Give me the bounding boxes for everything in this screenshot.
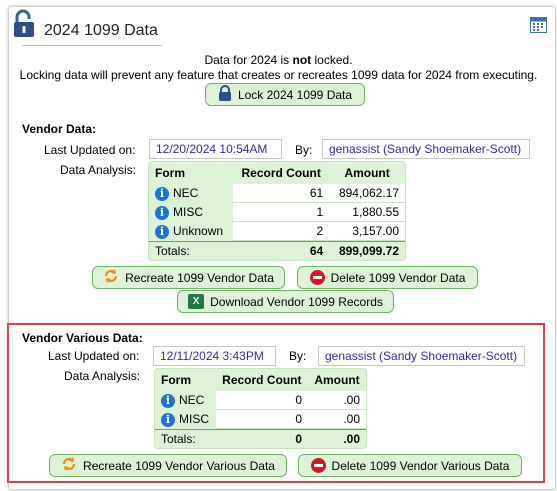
calendar-icon[interactable] — [530, 16, 547, 36]
recreate-various-button[interactable]: Recreate 1099 Vendor Various Data — [49, 454, 287, 477]
table-row: i MISC 0 .00 — [155, 410, 366, 429]
various-section-title: Vendor Various Data: — [22, 331, 143, 345]
table-row: i Unknown 2 3,157.00 — [149, 222, 405, 241]
download-vendor-records-button[interactable]: X Download Vendor 1099 Records — [177, 290, 394, 313]
col-form: Form — [161, 373, 191, 387]
vendor-section-title: Vendor Data: — [22, 122, 97, 136]
recreate-vendor-button[interactable]: Recreate 1099 Vendor Data — [92, 266, 285, 289]
totals-label: Totals: — [155, 429, 216, 448]
table-row: i MISC 1 1,880.55 — [149, 203, 405, 222]
various-last-updated-field: 12/11/2024 3:43PM — [153, 346, 276, 366]
col-amount: Amount — [344, 166, 390, 180]
various-by-field: genassist (Sandy Shoemaker-Scott) — [318, 346, 525, 366]
row-count: 1 — [233, 203, 330, 222]
delete-icon — [310, 458, 326, 473]
col-amount: Amount — [314, 373, 360, 387]
row-amount: 894,062.17 — [329, 184, 405, 203]
totals-count: 0 — [215, 429, 309, 448]
table-header-row: Form Record Count Amount — [155, 369, 366, 391]
delete-various-button[interactable]: Delete 1099 Vendor Various Data — [298, 454, 522, 477]
download-vendor-label: Download Vendor 1099 Records — [210, 294, 383, 309]
page-header: 2024 1099 Data — [12, 9, 158, 42]
col-record-count: Record Count — [241, 166, 321, 180]
row-amount: 3,157.00 — [329, 222, 405, 241]
row-count: 2 — [233, 222, 330, 241]
info-icon[interactable]: i — [161, 412, 175, 427]
lock-status-text: Data for 2024 is not locked. — [0, 53, 557, 67]
vendor-analysis-label: Data Analysis: — [60, 163, 137, 177]
totals-amount: .00 — [308, 429, 366, 448]
row-form: NEC — [173, 186, 199, 201]
vendor-last-updated-field: 12/20/2024 10:54AM — [149, 139, 282, 159]
info-icon[interactable]: i — [155, 224, 169, 239]
row-amount: .00 — [308, 410, 366, 429]
recreate-vendor-label: Recreate 1099 Vendor Data — [125, 270, 274, 285]
info-icon[interactable]: i — [161, 393, 175, 408]
row-count: 0 — [215, 391, 309, 410]
row-form: Unknown — [173, 224, 224, 239]
various-analysis-table: Form Record Count Amount i NEC 0 .00 i MIS… — [154, 368, 367, 449]
lock-status-suffix: locked. — [311, 53, 353, 67]
delete-various-label: Delete 1099 Vendor Various Data — [331, 458, 510, 473]
excel-icon: X — [188, 294, 205, 309]
lock-status-bold: not — [292, 53, 312, 67]
various-analysis-label: Data Analysis: — [64, 369, 141, 383]
row-form: MISC — [179, 412, 209, 427]
row-amount: .00 — [308, 391, 366, 410]
row-count: 0 — [215, 410, 309, 429]
delete-vendor-button[interactable]: Delete 1099 Vendor Data — [297, 266, 478, 289]
totals-label: Totals: — [149, 241, 234, 260]
unlock-icon — [12, 9, 36, 42]
various-last-updated-label: Last Updated on: — [48, 349, 140, 363]
table-row: i NEC 61 894,062.17 — [149, 184, 405, 203]
page-title: 2024 1099 Data — [44, 22, 158, 39]
lock-button-label: Lock 2024 1099 Data — [237, 87, 353, 102]
col-form: Form — [155, 166, 185, 180]
recreate-icon — [61, 456, 77, 475]
row-count: 61 — [233, 184, 330, 203]
vendor-analysis-table: Form Record Count Amount i NEC 61 894,062… — [148, 161, 406, 261]
table-header-row: Form Record Count Amount — [149, 162, 405, 184]
info-icon[interactable]: i — [155, 205, 169, 220]
lock-data-button[interactable]: Lock 2024 1099 Data — [205, 83, 365, 106]
row-form: MISC — [173, 205, 203, 220]
row-amount: 1,880.55 — [329, 203, 405, 222]
totals-row: Totals: 64 899,099.72 — [149, 241, 405, 260]
vendor-last-updated-label: Last Updated on: — [44, 143, 136, 157]
recreate-icon — [103, 268, 119, 287]
table-row: i NEC 0 .00 — [155, 391, 366, 410]
lock-icon — [218, 84, 232, 105]
totals-amount: 899,099.72 — [329, 241, 405, 260]
recreate-various-label: Recreate 1099 Vendor Various Data — [83, 458, 275, 473]
delete-vendor-label: Delete 1099 Vendor Data — [330, 270, 466, 285]
col-record-count: Record Count — [222, 373, 302, 387]
lock-status-prefix: Data for 2024 is — [204, 53, 293, 67]
vendor-by-label: By: — [295, 143, 313, 157]
row-form: NEC — [179, 393, 205, 408]
vendor-by-field: genassist (Sandy Shoemaker-Scott) — [322, 139, 530, 159]
title-divider — [22, 45, 162, 46]
totals-count: 64 — [233, 241, 330, 260]
delete-icon — [309, 270, 325, 285]
totals-row: Totals: 0 .00 — [155, 429, 366, 448]
info-icon[interactable]: i — [155, 186, 169, 201]
various-by-label: By: — [289, 349, 307, 363]
lock-warning-text: Locking data will prevent any feature th… — [19, 68, 538, 82]
